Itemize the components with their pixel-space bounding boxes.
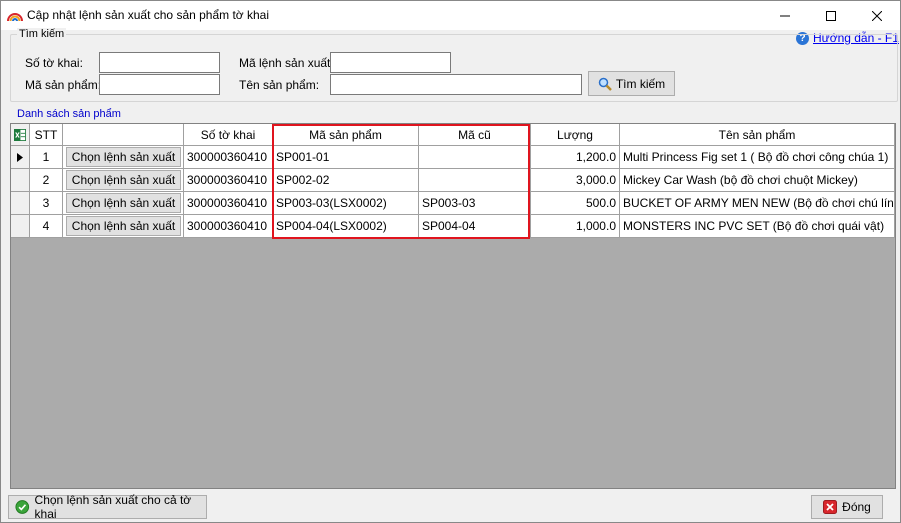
grid-header: STT Số tờ khai Mã sản phẩm Mã cũ Lượng T… [11,124,895,147]
magnifier-icon [598,77,612,91]
select-all-orders-label: Chọn lệnh sản xuất cho cả tờ khai [34,493,192,521]
check-icon [15,500,30,514]
close-dialog-label: Đóng [842,500,871,514]
app-window: Cập nhật lệnh sản xuất cho sản phẩm tờ k… [0,0,901,523]
maximize-button[interactable] [808,1,854,30]
minimize-button[interactable] [762,1,808,30]
choose-order-button[interactable]: Chọn lệnh sản xuất [66,170,181,190]
cell-luong[interactable]: 500.0 [531,192,620,215]
app-logo-icon [7,13,23,22]
ma-lenh-label: Mã lệnh sản xuất: [239,56,334,70]
title-bar: Cập nhật lệnh sản xuất cho sản phẩm tờ k… [1,1,900,30]
cell-luong[interactable]: 3,000.0 [531,169,620,192]
cell-ten-san-pham[interactable]: BUCKET OF ARMY MEN NEW (Bộ đồ chơi chú l… [620,192,895,215]
cell-action: Chọn lệnh sản xuất [63,169,184,192]
row-header[interactable] [11,192,30,215]
column-header-luong[interactable]: Lượng [531,124,620,146]
cell-so-to-khai[interactable]: 300000360410 [184,169,273,192]
row-header[interactable] [11,215,30,238]
minimize-icon [780,15,790,16]
search-group: Tìm kiếm Số tờ khai: Mã sản phẩm: Mã lện… [10,28,898,102]
close-dialog-button[interactable]: Đóng [811,495,883,519]
cell-action: Chọn lệnh sản xuất [63,215,184,238]
cell-so-to-khai[interactable]: 300000360410 [184,146,273,169]
table-row[interactable]: 3 Chọn lệnh sản xuất 300000360410 SP003-… [11,192,895,215]
cell-ten-san-pham[interactable]: Mickey Car Wash (bộ đồ chơi chuột Mickey… [620,169,895,192]
cell-ma-san-pham[interactable]: SP002-02 [273,169,419,192]
cell-so-to-khai[interactable]: 300000360410 [184,192,273,215]
column-header-ten-san-pham[interactable]: Tên sản phẩm [620,124,895,146]
cell-stt: 4 [30,215,63,238]
window-title: Cập nhật lệnh sản xuất cho sản phẩm tờ k… [27,8,270,22]
close-x-icon [823,500,838,514]
cell-action: Chọn lệnh sản xuất [63,192,184,215]
cell-ma-cu[interactable]: SP003-03 [419,192,531,215]
product-grid[interactable]: STT Số tờ khai Mã sản phẩm Mã cũ Lượng T… [10,123,896,489]
export-excel-button[interactable] [11,124,30,146]
maximize-icon [826,10,836,21]
table-row[interactable]: 4 Chọn lệnh sản xuất 300000360410 SP004-… [11,215,895,238]
close-icon [872,10,882,21]
ma-san-pham-input[interactable] [99,74,220,95]
cell-ten-san-pham[interactable]: Multi Princess Fig set 1 ( Bộ đồ chơi cô… [620,146,895,169]
column-header-stt[interactable]: STT [30,124,63,146]
column-header-ma-san-pham[interactable]: Mã sản phẩm [273,124,419,146]
ma-lenh-input[interactable] [330,52,451,73]
list-title: Danh sách sản phẩm [17,108,121,120]
cell-luong[interactable]: 1,000.0 [531,215,620,238]
cell-luong[interactable]: 1,200.0 [531,146,620,169]
select-all-orders-button[interactable]: Chọn lệnh sản xuất cho cả tờ khai [8,493,207,521]
excel-icon [14,128,26,141]
so-to-khai-input[interactable] [99,52,220,73]
search-button-label: Tìm kiếm [615,76,666,91]
column-header-action[interactable] [63,124,184,146]
cell-ma-san-pham[interactable]: SP003-03(LSX0002) [273,192,419,215]
search-group-title: Tìm kiếm [17,28,67,40]
so-to-khai-label: Số tờ khai: [25,56,83,70]
cell-ma-cu[interactable]: SP004-04 [419,215,531,238]
choose-order-button[interactable]: Chọn lệnh sản xuất [66,216,181,236]
ten-san-pham-input[interactable] [330,74,582,95]
search-button[interactable]: Tìm kiếm [588,71,675,96]
cell-stt: 3 [30,192,63,215]
column-header-so-to-khai[interactable]: Số tờ khai [184,124,273,146]
ma-san-pham-label: Mã sản phẩm: [25,78,102,92]
table-row[interactable]: 1 Chọn lệnh sản xuất 300000360410 SP001-… [11,146,895,169]
cell-stt: 1 [30,146,63,169]
choose-order-button[interactable]: Chọn lệnh sản xuất [66,193,181,213]
current-row-arrow-icon [17,152,23,162]
choose-order-button[interactable]: Chọn lệnh sản xuất [66,147,181,167]
row-header[interactable] [11,146,30,169]
cell-stt: 2 [30,169,63,192]
close-button[interactable] [854,1,900,30]
ten-san-pham-label: Tên sản phẩm: [239,78,320,92]
cell-ma-san-pham[interactable]: SP004-04(LSX0002) [273,215,419,238]
cell-so-to-khai[interactable]: 300000360410 [184,215,273,238]
cell-ma-cu[interactable] [419,169,531,192]
cell-ma-san-pham[interactable]: SP001-01 [273,146,419,169]
row-header[interactable] [11,169,30,192]
cell-action: Chọn lệnh sản xuất [63,146,184,169]
table-row[interactable]: 2 Chọn lệnh sản xuất 300000360410 SP002-… [11,169,895,192]
cell-ten-san-pham[interactable]: MONSTERS INC PVC SET (Bộ đồ chơi quái vậ… [620,215,895,238]
cell-ma-cu[interactable] [419,146,531,169]
column-header-ma-cu[interactable]: Mã cũ [419,124,531,146]
